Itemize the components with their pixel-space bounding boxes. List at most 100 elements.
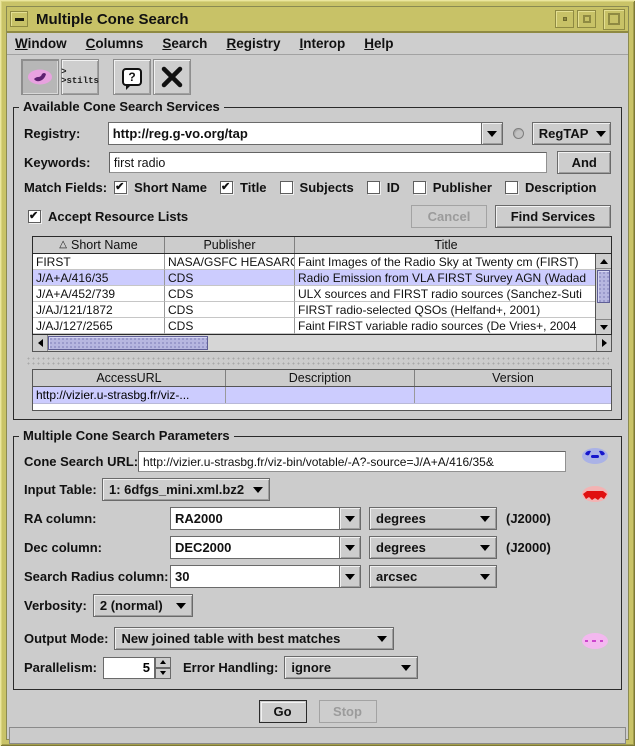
chevron-down-icon (176, 603, 186, 609)
ra-column-combo[interactable]: RA2000 (170, 507, 361, 530)
chevron-down-icon (345, 516, 355, 522)
go-button[interactable]: Go (259, 700, 307, 723)
scroll-down-button[interactable] (596, 319, 611, 334)
radius-dropdown-button[interactable] (339, 566, 360, 587)
scroll-left-button[interactable] (33, 335, 48, 351)
ra-dropdown-button[interactable] (339, 508, 360, 529)
horizontal-scrollbar-thumb[interactable] (48, 336, 208, 350)
cancel-button[interactable]: Cancel (411, 205, 487, 228)
dec-column-label: Dec column: (24, 540, 170, 555)
keywords-input[interactable]: first radio (109, 152, 548, 173)
checkbox-short-name-label: Short Name (134, 180, 207, 195)
topcat-window-button[interactable] (21, 59, 59, 95)
registry-combo[interactable]: http://reg.g-vo.org/tap (108, 122, 503, 145)
search-radius-combo[interactable]: 30 (170, 565, 361, 588)
match-fields-label: Match Fields: (24, 180, 107, 195)
help-icon: ? (122, 68, 142, 86)
input-table-combo[interactable]: 1: 6dfgs_mini.xml.bz2 (102, 478, 270, 501)
registry-dropdown-button[interactable] (481, 123, 502, 144)
checkbox-publisher[interactable] (413, 181, 426, 194)
horizontal-scrollbar[interactable] (32, 335, 612, 352)
help-button[interactable]: ? (113, 59, 151, 95)
maximize-button[interactable] (577, 10, 596, 28)
chevron-down-icon (345, 574, 355, 580)
column-header-title[interactable]: Title (295, 237, 597, 253)
column-header-publisher[interactable]: Publisher (165, 237, 295, 253)
dec-column-combo[interactable]: DEC2000 (170, 536, 361, 559)
detail-table-header: AccessURL Description Version (33, 370, 611, 387)
chevron-down-icon (253, 487, 263, 493)
checkbox-title[interactable] (220, 181, 233, 194)
parallelism-value[interactable]: 5 (103, 657, 155, 679)
table-row[interactable]: J/A+A/452/739 CDS ULX sources and FIRST … (33, 286, 597, 302)
table-row[interactable]: J/A+A/416/35 CDS Radio Emission from VLA… (33, 270, 597, 286)
registry-input[interactable]: http://reg.g-vo.org/tap (109, 123, 481, 144)
column-header-version[interactable]: Version (415, 370, 611, 386)
cone-search-url-label: Cone Search URL: (24, 454, 138, 469)
spinner-up-button[interactable] (155, 657, 171, 668)
menu-interop[interactable]: Interop (299, 36, 345, 51)
menu-search[interactable]: Search (162, 36, 207, 51)
vertical-scrollbar[interactable] (595, 254, 611, 334)
dec-dropdown-button[interactable] (339, 537, 360, 558)
topcat-icon (26, 67, 54, 87)
close-icon (161, 66, 183, 88)
detail-table-row[interactable]: http://vizier.u-strasbg.fr/viz-... (33, 387, 611, 404)
vertical-scrollbar-thumb[interactable] (597, 270, 610, 303)
checkbox-description[interactable] (505, 181, 518, 194)
chevron-down-icon (377, 636, 387, 642)
stop-button[interactable]: Stop (319, 700, 377, 723)
iconify-button[interactable] (555, 10, 574, 28)
output-mode-value: New joined table with best matches (121, 631, 340, 646)
radius-unit-combo[interactable]: arcsec (369, 565, 497, 588)
window-menu-icon (15, 18, 24, 21)
checkbox-short-name[interactable] (114, 181, 127, 194)
accept-resource-lists-checkbox[interactable] (28, 210, 41, 223)
output-mode-combo[interactable]: New joined table with best matches (114, 627, 394, 650)
table-row[interactable]: J/AJ/127/2565 CDS Faint FIRST variable r… (33, 318, 597, 334)
dec-column-input[interactable]: DEC2000 (171, 537, 339, 558)
split-pane-divider[interactable] (26, 356, 609, 365)
close-window-button[interactable] (603, 9, 625, 30)
checkbox-subjects[interactable] (280, 181, 293, 194)
dec-unit-value: degrees (376, 540, 426, 555)
registry-protocol-value: RegTAP (539, 126, 589, 141)
ra-unit-combo[interactable]: degrees (369, 507, 497, 530)
close-button[interactable] (153, 59, 191, 95)
parameters-group-title: Multiple Cone Search Parameters (19, 428, 234, 443)
error-handling-combo[interactable]: ignore (284, 656, 418, 679)
status-bar (9, 727, 626, 744)
menu-window[interactable]: Window (15, 36, 67, 51)
dec-unit-combo[interactable]: degrees (369, 536, 497, 559)
column-header-short-name[interactable]: △ Short Name (33, 237, 165, 253)
footprint-icon-service (581, 447, 609, 465)
table-row[interactable]: J/AJ/121/1872 CDS FIRST radio-selected Q… (33, 302, 597, 318)
registry-status-lamp (513, 128, 524, 139)
menu-registry[interactable]: Registry (226, 36, 280, 51)
column-header-description[interactable]: Description (226, 370, 415, 386)
find-services-button[interactable]: Find Services (495, 205, 611, 228)
accept-resource-lists-label: Accept Resource Lists (48, 209, 188, 224)
table-row[interactable]: FIRST NASA/GSFC HEASARC Faint Images of … (33, 254, 597, 270)
checkbox-subjects-label: Subjects (300, 180, 354, 195)
and-button[interactable]: And (557, 151, 611, 174)
ra-column-input[interactable]: RA2000 (171, 508, 339, 529)
parallelism-spinner[interactable]: 5 (103, 657, 171, 679)
spinner-down-button[interactable] (155, 668, 171, 679)
stilts-button[interactable]: > >stilts (61, 59, 99, 95)
verbosity-combo[interactable]: 2 (normal) (93, 594, 193, 617)
scroll-right-button[interactable] (596, 335, 611, 351)
maximize-icon (583, 15, 591, 23)
menu-help[interactable]: Help (364, 36, 393, 51)
titlebar[interactable]: Multiple Cone Search (7, 7, 628, 33)
cone-search-url-input[interactable]: http://vizier.u-strasbg.fr/viz-bin/votab… (138, 451, 566, 472)
window-menu-button[interactable] (10, 11, 28, 27)
menu-columns[interactable]: Columns (86, 36, 144, 51)
column-header-accessurl[interactable]: AccessURL (33, 370, 226, 386)
scroll-up-button[interactable] (596, 254, 611, 269)
registry-protocol-combo[interactable]: RegTAP (532, 122, 611, 145)
checkbox-id[interactable] (367, 181, 380, 194)
search-radius-input[interactable]: 30 (171, 566, 339, 587)
toolbar: > >stilts ? (7, 55, 628, 99)
keywords-label: Keywords: (24, 155, 109, 170)
